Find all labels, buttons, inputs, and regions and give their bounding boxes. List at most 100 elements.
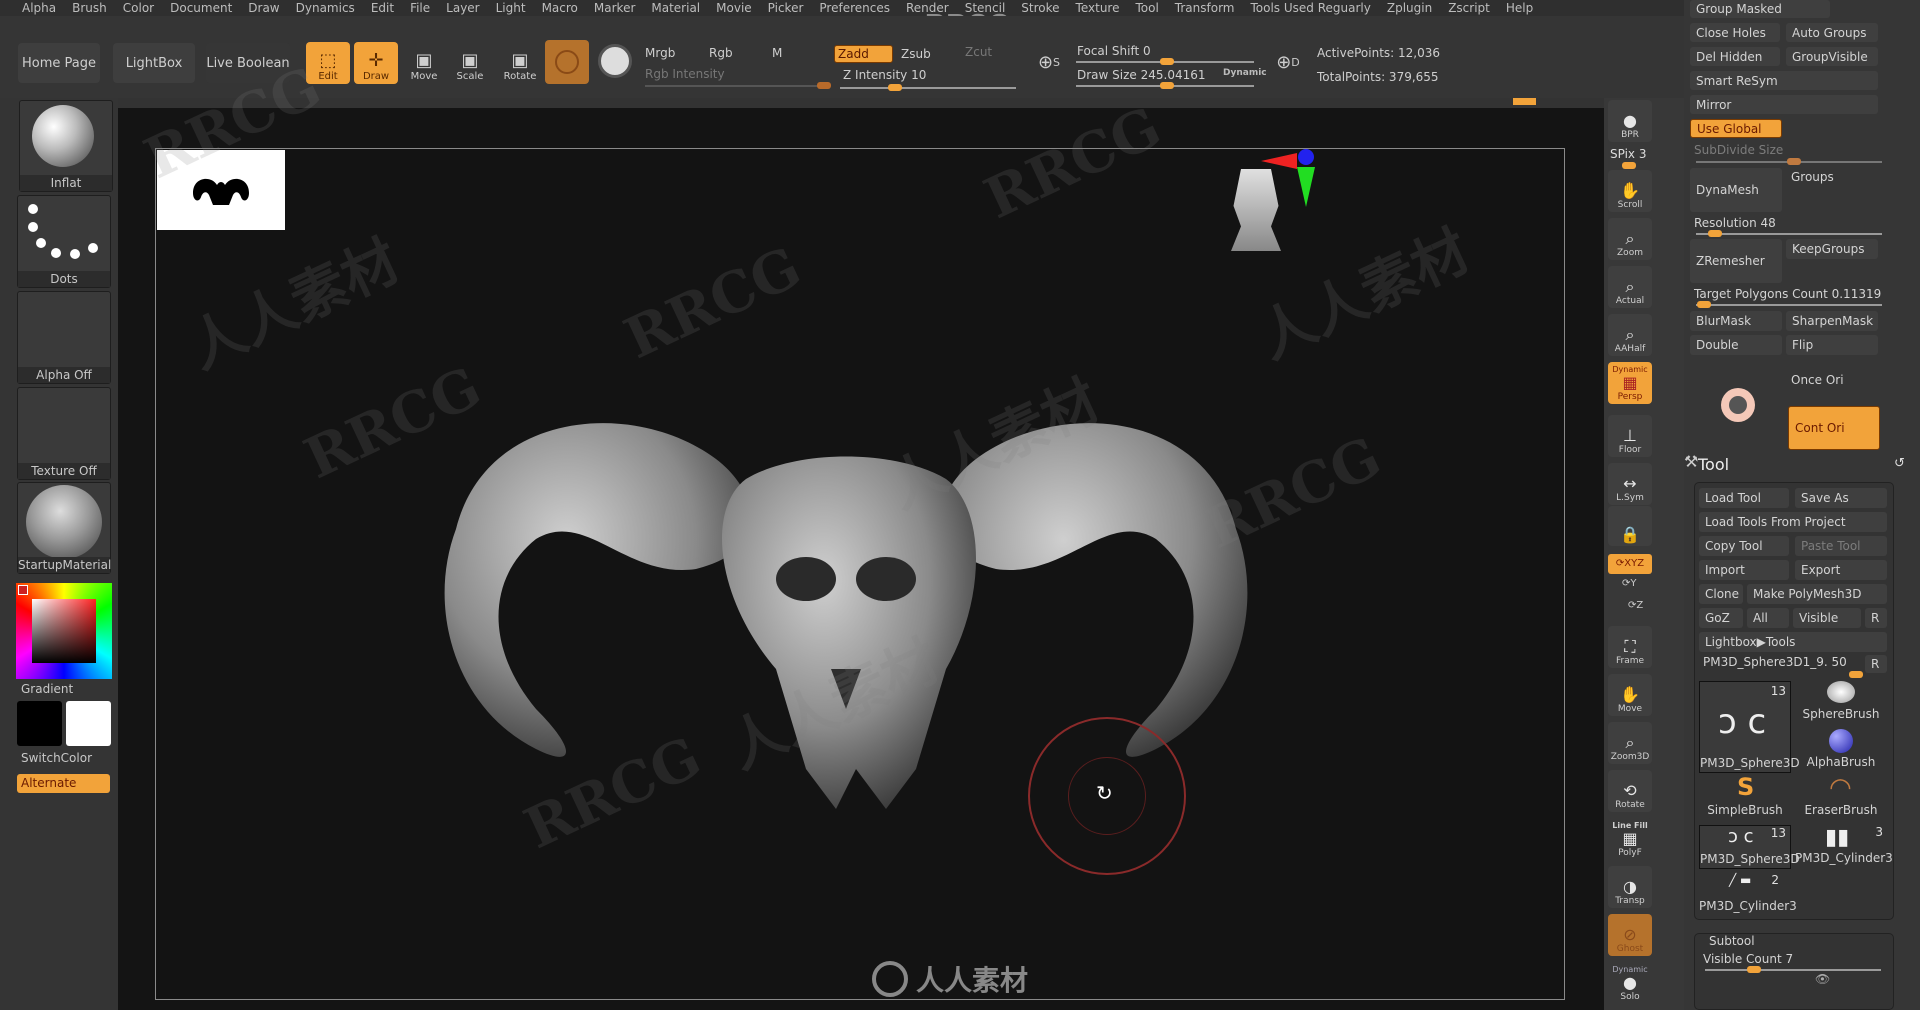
menu-tools-used-reguarly[interactable]: Tools Used Reguarly [1243,0,1379,16]
tool-thumb-pm3d-sphere-2[interactable]: 13 ↄ c PM3D_Sphere3D [1699,825,1800,869]
scale-button[interactable]: ▣ Scale [448,42,492,84]
copy-tool-button[interactable]: Copy Tool [1699,536,1789,556]
auto-groups-button[interactable]: Auto Groups [1786,23,1878,42]
menu-stroke[interactable]: Stroke [1013,0,1067,16]
resolution-track[interactable] [1696,233,1882,235]
focal-shift-knob[interactable] [1160,58,1174,65]
visible-count-knob[interactable] [1747,966,1761,973]
target-polygons-knob[interactable] [1697,301,1711,308]
orientation-head-icon[interactable] [1231,169,1281,251]
save-as-button[interactable]: Save As [1795,488,1887,508]
menu-transform[interactable]: Transform [1167,0,1243,16]
edit-button[interactable]: ⬚ Edit [306,42,350,84]
z-intensity-track[interactable] [840,87,1016,89]
m-button[interactable]: M [772,46,782,60]
menu-macro[interactable]: Macro [534,0,586,16]
close-holes-button[interactable]: Close Holes [1690,23,1780,42]
export-button[interactable]: Export [1795,560,1887,580]
smart-resym-button[interactable]: Smart ReSym [1690,71,1878,90]
navigation-thumbnail[interactable] [157,150,285,230]
goz-button[interactable]: GoZ [1699,608,1743,628]
spix-knob[interactable] [1622,162,1636,169]
dynamic-toggle[interactable]: Dynamic [1223,68,1267,78]
goz-r-button[interactable]: R [1865,608,1887,628]
xyz-rotate-button[interactable]: ⟳XYZ [1608,554,1652,574]
rgb-intensity-track[interactable] [645,85,825,87]
rgb-intensity-slider[interactable]: Rgb Intensity [645,67,725,81]
del-hidden-button[interactable]: Del Hidden [1690,47,1780,66]
menu-alpha[interactable]: Alpha [14,0,64,16]
lock-camera-button[interactable]: 🔒 [1608,506,1652,546]
sharpenmask-button[interactable]: SharpenMask [1786,311,1878,331]
menu-edit[interactable]: Edit [363,0,402,16]
rgb-button[interactable]: Rgb [709,46,733,60]
lazy-mouse-s-icon[interactable]: ⊕ S [1033,44,1065,80]
menu-picker[interactable]: Picker [760,0,812,16]
subdivide-size-slider[interactable]: SubDivide Size [1694,143,1783,157]
lazy-mouse-d-icon[interactable]: ⊕ D [1272,44,1304,80]
rotate3d-button[interactable]: ⟲ Rotate [1608,770,1652,812]
once-ori-button[interactable]: Once Ori [1791,373,1844,387]
texture-selector[interactable]: Texture Off [17,387,111,480]
resolution-slider[interactable]: Resolution 48 [1694,216,1776,230]
z-intensity-knob[interactable] [888,84,902,91]
goz-all-button[interactable]: All [1747,608,1789,628]
menu-zplugin[interactable]: Zplugin [1379,0,1440,16]
current-tool-r-button[interactable]: R [1865,655,1887,673]
zoom3d-button[interactable]: ⌕ Zoom3D [1608,722,1652,764]
current-tool-knob[interactable] [1849,671,1863,678]
lsym-button[interactable]: ↔ L.Sym [1608,463,1652,505]
zremesher-button[interactable]: ZRemesher [1690,239,1782,283]
subtool-title[interactable]: Subtool [1709,934,1755,948]
visible-count-track[interactable] [1705,969,1881,971]
solo-button[interactable]: Dynamic ● Solo [1608,962,1652,1004]
menu-preferences[interactable]: Preferences [811,0,898,16]
color-sphere-icon[interactable] [598,44,632,78]
menu-material[interactable]: Material [643,0,708,16]
menu-dynamics[interactable]: Dynamics [288,0,363,16]
load-tools-from-project-button[interactable]: Load Tools From Project [1699,512,1887,532]
mirror-button[interactable]: Mirror [1690,95,1878,114]
make-polymesh3d-button[interactable]: Make PolyMesh3D [1747,584,1887,604]
tool-thumb-pm3d-cylinder[interactable]: 3 ▮▮ PM3D_Cylinder3 [1795,825,1893,869]
blurmask-button[interactable]: BlurMask [1690,311,1782,331]
scrollbar-thumb[interactable] [1513,98,1536,105]
dynamesh-button[interactable]: DynaMesh [1690,168,1782,212]
color-picker-ring[interactable] [16,583,112,679]
orientation-dial[interactable] [1721,388,1755,422]
group-visible-button[interactable]: GroupVisible [1786,47,1878,66]
menu-color[interactable]: Color [115,0,162,16]
aahalf-button[interactable]: ⌕ AAHalf [1608,314,1652,356]
scroll-button[interactable]: ✋ Scroll [1608,170,1652,212]
ram-skull-model[interactable] [156,149,1566,1001]
target-polygons-slider[interactable]: Target Polygons Count 0.11319 [1694,287,1881,301]
alpha-selector[interactable]: Alpha Off [17,291,111,384]
switch-color-button[interactable]: SwitchColor [21,751,92,765]
spix-slider[interactable]: SPix 3 [1610,147,1646,161]
transp-button[interactable]: ◑ Transp [1608,866,1652,908]
keepgroups-toggle[interactable]: KeepGroups [1786,239,1878,259]
material-swatch-button[interactable] [545,40,589,84]
menu-brush[interactable]: Brush [64,0,115,16]
double-button[interactable]: Double [1690,335,1782,355]
import-button[interactable]: Import [1699,560,1789,580]
zoom-button[interactable]: ⌕ Zoom [1608,218,1652,260]
persp-button[interactable]: Dynamic ▦ Persp [1608,362,1652,404]
move-button[interactable]: ▣ Move [402,42,446,84]
focal-shift-slider[interactable]: Focal Shift 0 [1077,44,1151,58]
rotate-button[interactable]: ▣ Rotate [498,42,542,84]
subdivide-size-knob[interactable] [1787,158,1801,165]
visible-count-slider[interactable]: Visible Count 7 [1703,952,1793,966]
cont-ori-button[interactable]: Cont Ori [1788,406,1880,450]
live-boolean-button[interactable]: Live Boolean [206,43,290,83]
material-selector[interactable]: StartupMaterial [17,482,111,574]
home-page-button[interactable]: Home Page [18,43,100,83]
draw-button[interactable]: ✛ Draw [354,42,398,84]
brush-selector[interactable]: Inflat [19,100,113,192]
ghost-button[interactable]: ⊘ Ghost [1608,914,1652,956]
menu-marker[interactable]: Marker [586,0,643,16]
tool-thumb-alphabrush[interactable]: AlphaBrush [1795,729,1887,773]
z-rotate-button[interactable]: ⟳Z [1628,600,1643,611]
menu-file[interactable]: File [402,0,438,16]
clone-button[interactable]: Clone [1699,584,1743,604]
